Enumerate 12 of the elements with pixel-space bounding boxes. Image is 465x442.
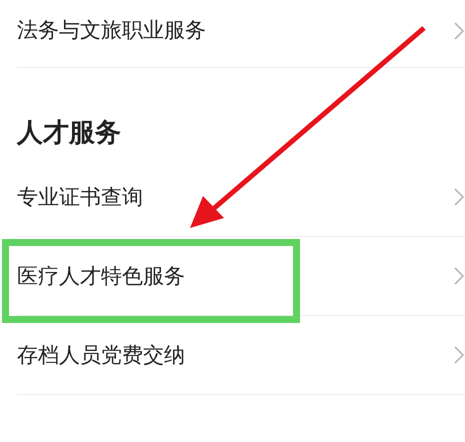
- chevron-icon: [454, 187, 464, 207]
- chevron-icon: [454, 345, 464, 365]
- list-item[interactable]: 存档人员党费交纳: [17, 316, 465, 395]
- item-label: 存档人员党费交纳: [17, 342, 185, 369]
- item-label: 专业证书查询: [17, 184, 143, 211]
- item-label: 法务与文旅职业服务: [17, 17, 206, 44]
- chevron-icon: [454, 21, 464, 41]
- section-heading: 人才服务: [16, 117, 122, 150]
- item-label: 医疗人才特色服务: [17, 263, 185, 290]
- list-item[interactable]: 医疗人才特色服务: [17, 237, 465, 316]
- chevron-icon: [454, 266, 464, 286]
- list-item[interactable]: 法务与文旅职业服务: [17, 0, 465, 68]
